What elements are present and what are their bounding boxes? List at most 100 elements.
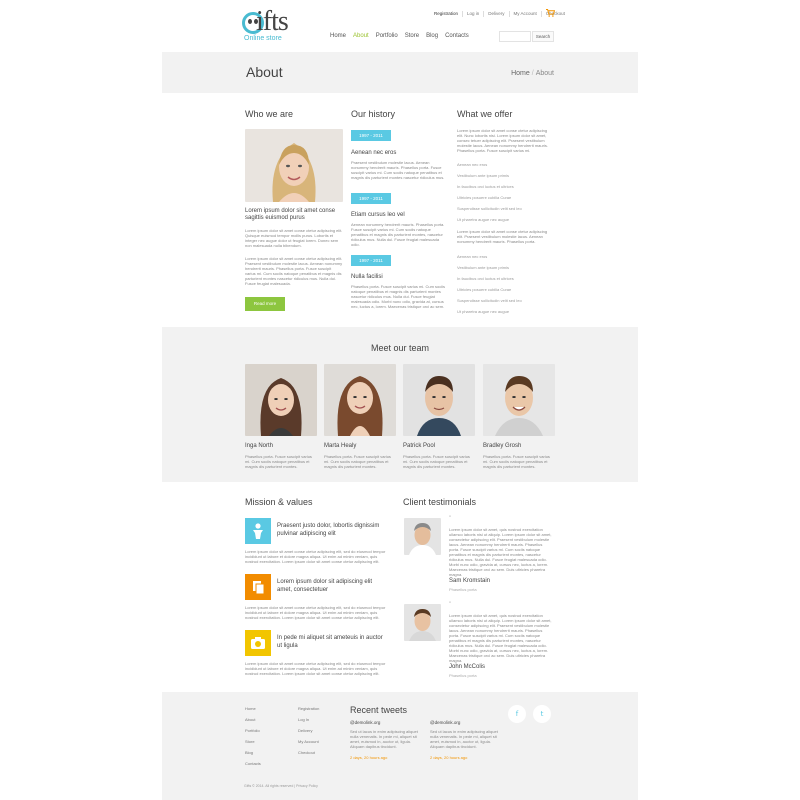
cart-icon[interactable]	[546, 9, 556, 19]
person-icon	[245, 518, 271, 544]
mission-item-text: Lorem ipsum dolor sit amet conse ctetur …	[245, 549, 386, 564]
footer-link[interactable]: Registration	[298, 706, 319, 711]
who-we-are-title: Who we are	[245, 109, 294, 119]
documents-icon	[245, 574, 271, 600]
history-date-2: 1997 - 2011	[351, 193, 391, 204]
breadcrumb-current: About	[535, 70, 554, 77]
logo-text: ifts	[256, 6, 289, 37]
offer-item[interactable]: Aenean nec eros	[457, 254, 487, 259]
history-date-3: 1997 - 2011	[351, 255, 391, 266]
offer-item[interactable]: Suspendisse sollicitudin velit sed leo	[457, 206, 522, 211]
footer-link[interactable]: Home	[245, 706, 256, 711]
offer-item[interactable]: Suspendisse sollicitudin velit sed leo	[457, 298, 522, 303]
nav-blog[interactable]: Blog	[426, 33, 438, 39]
testimonials-title: Client testimonials	[403, 497, 477, 507]
testimonial-photo-john	[404, 604, 441, 641]
footer: Home About Portfolio Store Blog Contacts…	[162, 692, 638, 800]
main-nav: Home About Portfolio Store Blog Contacts	[330, 33, 469, 39]
offer-item[interactable]: Aenean nec eros	[457, 162, 487, 167]
quote-icon: "	[449, 602, 452, 608]
testimonial-role: Phasellus porta	[449, 587, 477, 592]
footer-link[interactable]: Blog	[245, 750, 253, 755]
tweet-date: 2 days, 20 hours ago	[350, 755, 388, 760]
link-login[interactable]: Log in	[462, 11, 483, 17]
nav-store[interactable]: Store	[405, 33, 419, 39]
history-title-2: Etiam cursus leo vel	[351, 212, 405, 218]
blonde-woman-photo	[245, 129, 343, 202]
nav-home[interactable]: Home	[330, 33, 346, 39]
offer-item[interactable]: Vestibulum ante ipsum primis	[457, 265, 509, 270]
facebook-icon[interactable]: f	[508, 705, 526, 723]
testimonial-photo-sam	[404, 518, 441, 555]
mission-item-title: Lorem ipsum dolor sit adipiscing elit am…	[277, 579, 373, 593]
team-member-bio: Phasellus porta. Fusce suscipit varius m…	[324, 454, 391, 469]
who-we-are-text-1: Lorem ipsum dolor sit amet conse ctetur …	[245, 228, 343, 248]
testimonial-name: Sam Kromstain	[449, 578, 491, 584]
team-photo-bradley-grosh[interactable]	[483, 364, 555, 436]
page-banner: About Home / About	[162, 52, 638, 93]
who-we-are-lead: Lorem ipsum dolor sit amet conse sagitti…	[245, 208, 336, 221]
offer-item[interactable]: In faucibus orci luctus et ultrices	[457, 276, 514, 281]
nav-contacts[interactable]: Contacts	[445, 33, 469, 39]
camera-icon	[245, 630, 271, 656]
offer-item[interactable]: In faucibus orci luctus et ultrices	[457, 184, 514, 189]
read-more-button[interactable]: Read more	[245, 297, 285, 311]
offer-item[interactable]: Ultricies posuere cubilia Curae	[457, 195, 511, 200]
tweet-date: 2 days, 20 hours ago	[430, 755, 468, 760]
offer-item[interactable]: Ut pharetra augue nec augue	[457, 217, 509, 222]
offer-item[interactable]: Vestibulum ante ipsum primis	[457, 173, 509, 178]
mission-item-title: In pede mi aliquet sit ameteuis in aucto…	[277, 635, 383, 649]
who-we-are-text-2: Lorem ipsum dolor sit amet conse ctetur …	[245, 256, 343, 286]
link-registration[interactable]: Registration	[430, 11, 462, 17]
testimonial-text: Lorem ipsum dolor sit amet, quis nostrud…	[449, 613, 552, 663]
search-button[interactable]: Search	[532, 31, 554, 42]
footer-link[interactable]: Portfolio	[245, 728, 260, 733]
nav-about[interactable]: About	[353, 33, 369, 39]
footer-link[interactable]: My Account	[298, 739, 319, 744]
nav-portfolio[interactable]: Portfolio	[376, 33, 398, 39]
search-input[interactable]	[499, 31, 531, 42]
team-photo-inga-north[interactable]	[245, 364, 317, 436]
breadcrumb-home[interactable]: Home	[511, 70, 530, 77]
footer-link[interactable]: Log In	[298, 717, 309, 722]
footer-link[interactable]: Store	[245, 739, 255, 744]
history-text-2: Aenean nonummy hendrerit mauris. Phasell…	[351, 222, 445, 247]
history-text-3: Phasellus porta. Fusce suscipit varius m…	[351, 284, 446, 309]
footer-link[interactable]: Delivery	[298, 728, 312, 733]
team-member-name[interactable]: Bradley Grosh	[483, 443, 521, 449]
team-title: Meet our team	[370, 343, 430, 353]
footer-link[interactable]: Contacts	[245, 761, 261, 766]
history-title-3: Nulla facilisi	[351, 274, 383, 280]
offer-item[interactable]: Ut pharetra augue nec augue	[457, 309, 509, 314]
offer-intro-2: Lorem ipsum dolor sit amet conse ctetur …	[457, 229, 548, 244]
team-member-name[interactable]: Inga North	[245, 443, 273, 449]
tweet-handle[interactable]: @demolink.org	[430, 720, 460, 725]
team-member-name[interactable]: Marta Healy	[324, 443, 356, 449]
history-date-1: 1997 - 2011	[351, 130, 391, 141]
team-photo-marta-healy[interactable]	[324, 364, 396, 436]
testimonial-name: John McColis	[449, 664, 486, 670]
quote-icon: "	[449, 516, 452, 522]
testimonial-role: Phasellus porta	[449, 673, 477, 678]
footer-link[interactable]: About	[245, 717, 255, 722]
history-title-1: Aenean nec eros	[351, 150, 397, 156]
footer-link[interactable]: Checkout	[298, 750, 315, 755]
team-photo-patrick-pool[interactable]	[403, 364, 475, 436]
mission-item-title: Praesent justo dolor, lobortis dignissim…	[277, 523, 380, 537]
link-delivery[interactable]: Delivery	[483, 11, 508, 17]
history-text-1: Praesent vestibulum molestie lacus. Aene…	[351, 160, 445, 180]
our-history-title: Our history	[351, 109, 396, 119]
offer-item[interactable]: Ultricies posuere cubilia Curae	[457, 287, 511, 292]
mission-item-text: Lorem ipsum dolor sit amet conse ctetur …	[245, 661, 386, 676]
team-member-name[interactable]: Patrick Pool	[403, 443, 435, 449]
what-we-offer-title: What we offer	[457, 109, 513, 119]
link-my-account[interactable]: My Account	[508, 11, 541, 17]
recent-tweets-title: Recent tweets	[350, 705, 408, 715]
page-title: About	[246, 64, 283, 80]
twitter-icon[interactable]: t	[533, 705, 551, 723]
team-member-bio: Phasellus porta. Fusce suscipit varius m…	[245, 454, 312, 469]
logo[interactable]: ifts Online store	[242, 6, 302, 44]
breadcrumb: Home / About	[511, 70, 554, 77]
tweet-text: Sed ut lacus in enim adipiscing aliquet …	[430, 729, 498, 749]
tweet-handle[interactable]: @demolink.org	[350, 720, 380, 725]
